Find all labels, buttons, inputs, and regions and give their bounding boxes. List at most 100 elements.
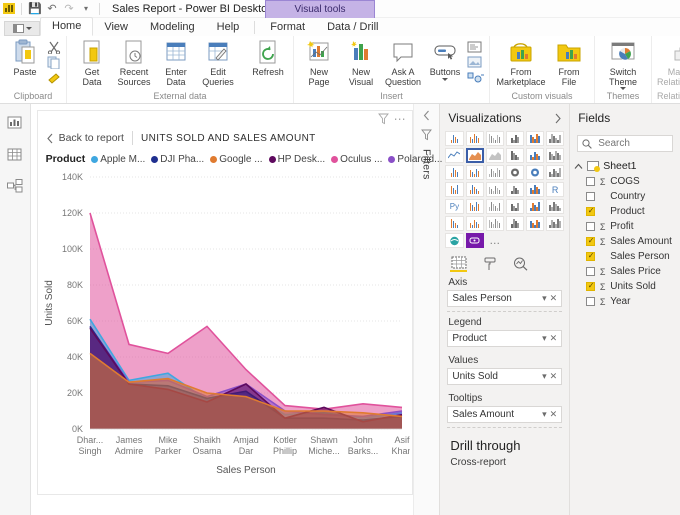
enter-data-button[interactable]: Enter Data [156,39,196,87]
from-file-button[interactable]: From File [549,39,589,87]
from-marketplace-button[interactable]: From Marketplace [495,39,547,87]
remove-field-icon[interactable]: ✕ [550,371,558,382]
customize-qat-icon[interactable]: ▾ [79,2,93,16]
text-box-icon[interactable] [467,41,484,55]
field-checkbox[interactable] [586,206,596,216]
area-chart-plot[interactable]: 0K 20K 40K 60K 80K 100K 120K 140K Dhar...Singh Ja… [38,167,410,487]
visual-type-gallery[interactable]: R Py… [440,131,569,248]
visual-type-13[interactable] [465,165,484,180]
field-checkbox[interactable] [586,267,596,276]
report-canvas[interactable]: ⋯ Back to report UNITS SOLD AND SALES AM… [30,104,442,515]
tab-data-drill[interactable]: Data / Drill [316,19,389,36]
chevron-down-icon[interactable]: ▾ [542,293,547,304]
visual-type-22[interactable] [525,182,545,197]
new-page-button[interactable]: New Page [299,39,339,87]
shapes-icon[interactable] [467,71,484,85]
field-item[interactable]: Σ Units Sold [570,279,680,294]
visual-type-15[interactable] [505,165,524,180]
switch-theme-button[interactable]: Switch Theme [600,39,646,90]
legend-item[interactable]: Polaroid... [388,154,442,165]
chevron-down-icon[interactable]: ▾ [542,409,547,420]
visual-type-32[interactable] [485,216,504,231]
visual-type-3[interactable] [505,131,524,146]
fields-table-sheet1[interactable]: Sheet1 [570,158,680,174]
visual-type-21[interactable] [505,182,524,197]
visual-type-14[interactable] [485,165,504,180]
well-legend[interactable]: Product ▾ ✕ [447,330,563,347]
visual-type-4[interactable] [525,131,545,146]
tab-format[interactable]: Format [259,19,316,36]
legend-item[interactable]: DJI Pha... [151,154,204,165]
field-item[interactable]: Σ Sales Price [570,264,680,279]
search-input[interactable] [596,137,668,150]
field-item[interactable]: Country [570,189,680,204]
field-item[interactable]: Σ Profit [570,219,680,234]
magnifier-analytics-icon[interactable] [512,256,529,272]
visual-type-5[interactable] [546,131,565,146]
area-chart-visual[interactable]: ⋯ Back to report UNITS SOLD AND SALES AM… [36,110,442,495]
remove-field-icon[interactable]: ✕ [550,293,558,304]
well-values[interactable]: Units Sold ▾ ✕ [447,368,563,385]
visual-type-1[interactable] [465,131,484,146]
chevron-down-icon[interactable] [620,87,626,90]
visual-type-12[interactable] [445,165,464,180]
funnel-icon[interactable] [377,113,389,125]
chevron-down-icon[interactable]: ▾ [542,333,547,344]
file-menu-button[interactable] [4,21,40,36]
fields-well-icon[interactable] [450,256,468,272]
visual-type-35[interactable] [546,216,565,231]
visual-type-11[interactable] [546,148,565,163]
edit-queries-button[interactable]: Edit Queries [198,39,238,87]
new-visual-button[interactable]: New Visual [341,39,381,87]
ask-question-button[interactable]: Ask A Question [383,39,423,87]
visual-type-25[interactable] [465,199,484,214]
visual-type-10[interactable] [525,148,545,163]
visual-type-18[interactable] [445,182,464,197]
field-item[interactable]: Product [570,204,680,219]
remove-field-icon[interactable]: ✕ [550,333,558,344]
visual-type-27[interactable] [505,199,524,214]
save-icon[interactable]: 💾 [28,2,42,16]
visual-type-36[interactable] [445,233,464,248]
manage-relationships-button[interactable]: Manage Relationships [657,39,680,87]
paste-button[interactable]: Paste [5,39,45,77]
image-icon[interactable] [467,56,484,70]
get-data-button[interactable]: Get Data [72,39,112,87]
field-item[interactable]: Σ Sales Amount [570,234,680,249]
well-tooltips[interactable]: Sales Amount ▾ ✕ [447,406,563,423]
tab-help[interactable]: Help [206,19,251,36]
buttons-button[interactable]: Buttons [425,39,465,81]
chevron-down-icon[interactable] [442,78,448,81]
visual-type-24[interactable]: Py [445,199,464,214]
tab-modeling[interactable]: Modeling [139,19,206,36]
paint-roller-icon[interactable] [481,256,498,272]
chevron-down-icon[interactable]: ▾ [542,371,547,382]
visual-type-19[interactable] [465,182,484,197]
copy-icon[interactable] [47,56,61,70]
field-item[interactable]: Σ Year [570,294,680,309]
format-painter-icon[interactable] [47,71,61,85]
chevron-right-icon[interactable] [554,113,562,124]
chevron-up-icon[interactable] [574,163,583,170]
more-options-icon[interactable]: ⋯ [394,113,407,125]
refresh-button[interactable]: Refresh [248,39,288,77]
visual-type-9[interactable] [505,148,524,163]
well-axis[interactable]: Sales Person ▾ ✕ [447,290,563,307]
recent-sources-button[interactable]: Recent Sources [114,39,154,87]
fields-search[interactable] [577,135,673,152]
field-checkbox[interactable] [586,222,596,231]
field-item[interactable]: Σ COGS [570,174,680,189]
visual-type-29[interactable] [546,199,565,214]
filters-pane-collapsed[interactable]: Filters [412,104,440,515]
visual-type-23[interactable]: R [546,182,565,197]
field-checkbox[interactable] [586,281,596,291]
visual-type-26[interactable] [485,199,504,214]
tab-view[interactable]: View [93,19,139,36]
legend-item[interactable]: HP Desk... [268,154,325,165]
field-checkbox[interactable] [586,177,596,186]
legend-item[interactable]: Apple M... [91,154,145,165]
visual-type-37[interactable] [465,233,484,248]
field-item[interactable]: Sales Person [570,249,680,264]
visual-type-0[interactable] [445,131,464,146]
visual-type-28[interactable] [525,199,545,214]
